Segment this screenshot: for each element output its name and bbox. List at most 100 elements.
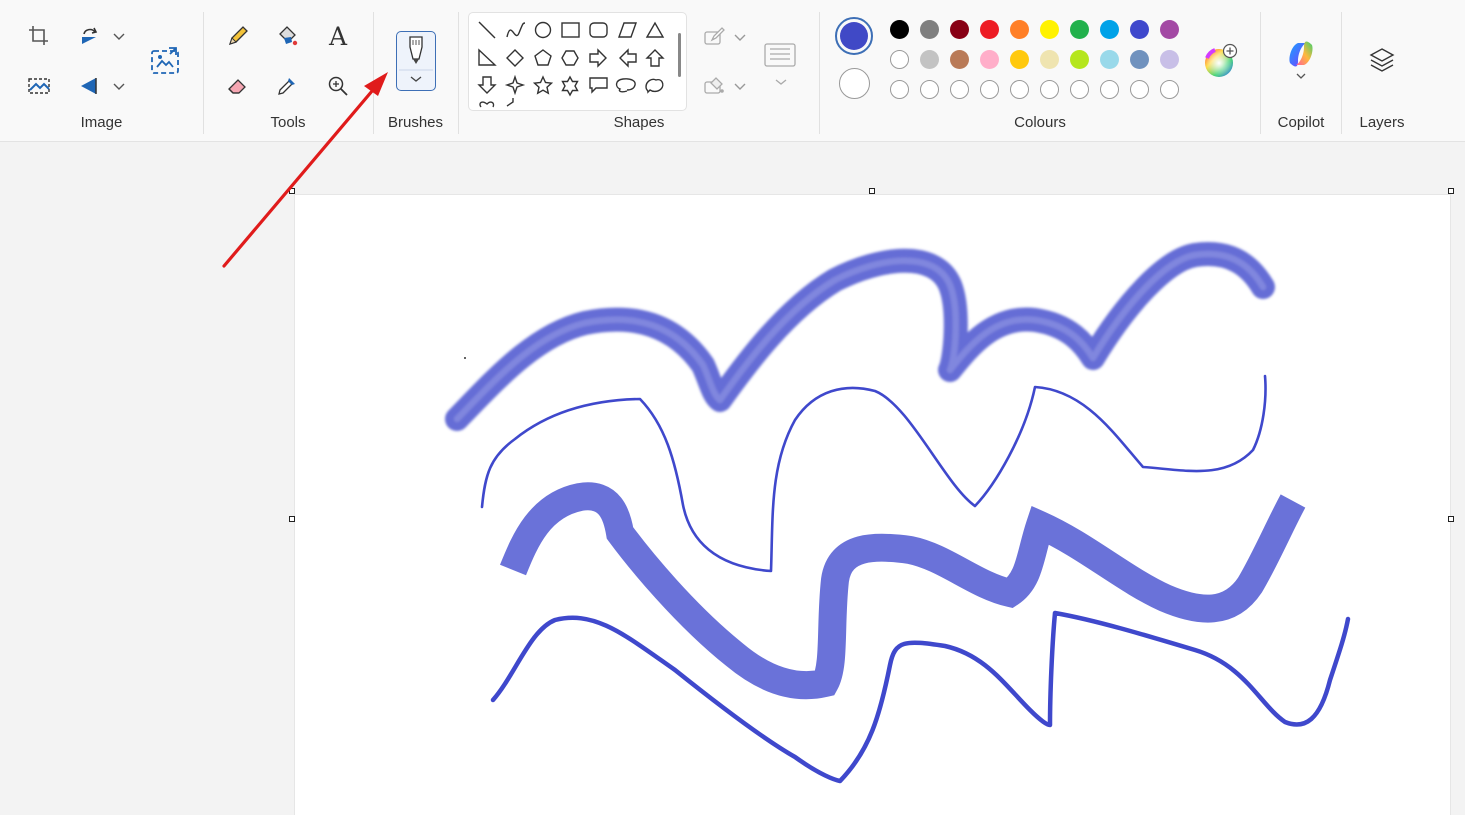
palette-colour-swatch[interactable] (1160, 20, 1179, 39)
rotate-icon (82, 27, 98, 44)
palette-colour-swatch[interactable] (1130, 50, 1149, 69)
custom-colour-slot[interactable] (920, 80, 939, 99)
palette-colour-swatch[interactable] (1010, 50, 1029, 69)
cloud-callout-shape-icon (645, 78, 664, 94)
crop-icon (29, 26, 48, 45)
palette-colour-swatch[interactable] (950, 50, 969, 69)
secondary-colour-button[interactable] (839, 68, 870, 99)
palette-colour-swatch[interactable] (1010, 20, 1029, 39)
outline-chevron-down-icon[interactable] (733, 30, 747, 44)
magnifier-tool[interactable] (321, 69, 355, 103)
custom-colour-slot[interactable] (890, 80, 909, 99)
copilot-chevron-down-icon (1296, 73, 1306, 79)
select-button[interactable] (22, 69, 56, 103)
image-group-label: Image (80, 114, 123, 131)
right-arrow-shape-icon (589, 48, 607, 68)
palette-colour-swatch[interactable] (890, 20, 909, 39)
copilot-button[interactable] (1282, 33, 1320, 85)
palette-colour-swatch[interactable] (1160, 50, 1179, 69)
fill-tool[interactable] (270, 19, 304, 53)
stroke-size-icon (764, 43, 796, 85)
custom-colour-slot[interactable] (1130, 80, 1149, 99)
shapes-gallery-icons (477, 21, 681, 108)
custom-colour-slot[interactable] (1010, 80, 1029, 99)
tools-group: A Tools (204, 0, 372, 141)
layers-button[interactable] (1365, 43, 1399, 77)
outline-button[interactable] (697, 20, 731, 54)
custom-colour-slot[interactable] (980, 80, 999, 99)
fill-bucket-icon (279, 26, 298, 46)
layers-group: Layers (1342, 0, 1422, 141)
crop-button[interactable] (22, 19, 56, 53)
resize-handle-middle-right[interactable] (1448, 516, 1454, 522)
palette-colour-swatch[interactable] (1070, 20, 1089, 39)
text-tool[interactable]: A (321, 19, 355, 53)
brush-stroke-4 (490, 610, 1351, 784)
palette-colour-swatch[interactable] (1130, 20, 1149, 39)
flip-button[interactable] (73, 69, 107, 103)
flip-chevron-down-icon[interactable] (112, 79, 126, 93)
colour-wheel-icon (1205, 43, 1238, 77)
polygon-shape-icon (618, 22, 637, 38)
rounded-rectangle-shape-icon (589, 22, 608, 38)
pencil-tool[interactable] (221, 19, 255, 53)
palette-colour-swatch[interactable] (920, 50, 939, 69)
brush-stroke-1 (445, 242, 1275, 431)
resize-handle-top-left[interactable] (289, 188, 295, 194)
shapes-gallery[interactable] (468, 12, 687, 111)
fill-chevron-down-icon[interactable] (733, 79, 747, 93)
palette-colour-swatch[interactable] (1040, 20, 1059, 39)
edit-colours-button[interactable] (1202, 43, 1238, 79)
pentagon-shape-icon (534, 49, 552, 66)
resize-handle-top-middle[interactable] (869, 188, 875, 194)
pencil-icon (228, 26, 248, 46)
magnifier-icon (328, 76, 348, 96)
palette-colour-swatch[interactable] (1100, 50, 1119, 69)
drawing-canvas[interactable] (295, 195, 1450, 815)
colours-group: Colours (820, 0, 1260, 141)
rectangular-callout-shape-icon (589, 77, 608, 94)
resize-button[interactable] (148, 44, 182, 78)
tools-group-label: Tools (270, 114, 306, 131)
colours-group-label: Colours (1014, 114, 1066, 131)
custom-colour-slot[interactable] (950, 80, 969, 99)
oval-shape-icon (534, 21, 552, 39)
brushes-button[interactable] (396, 31, 436, 91)
rotate-chevron-down-icon[interactable] (112, 29, 126, 43)
line-shape-icon (478, 21, 496, 39)
diamond-shape-icon (506, 49, 524, 67)
primary-colour-button[interactable] (835, 17, 873, 55)
oval-callout-shape-icon (615, 78, 636, 93)
eraser-tool[interactable] (221, 69, 255, 103)
size-button[interactable] (762, 36, 800, 94)
custom-colour-slot[interactable] (1070, 80, 1089, 99)
canvas-drawing (445, 242, 1351, 784)
rotate-button[interactable] (73, 19, 107, 53)
custom-colour-slot[interactable] (1160, 80, 1179, 99)
custom-colour-slot[interactable] (1040, 80, 1059, 99)
palette-colour-swatch[interactable] (1070, 50, 1089, 69)
colour-picker-tool[interactable] (270, 69, 304, 103)
palette-colour-swatch[interactable] (890, 50, 909, 69)
copilot-icon (1289, 41, 1313, 67)
palette-colour-swatch[interactable] (1040, 50, 1059, 69)
brush-stroke-3 (500, 482, 1306, 700)
palette-colour-swatch[interactable] (920, 20, 939, 39)
custom-colour-slot[interactable] (1100, 80, 1119, 99)
palette-colour-swatch[interactable] (950, 20, 969, 39)
palette-colour-swatch[interactable] (980, 50, 999, 69)
brush-icon (399, 36, 433, 82)
resize-handle-middle-left[interactable] (289, 516, 295, 522)
five-point-star-shape-icon (532, 75, 554, 95)
eyedropper-icon (278, 78, 295, 95)
primary-colour-swatch (840, 22, 868, 50)
fill-shape-button[interactable] (697, 69, 731, 103)
resize-handle-top-right[interactable] (1448, 188, 1454, 194)
brushes-chevron-down-icon (410, 76, 422, 82)
palette-colour-swatch[interactable] (980, 20, 999, 39)
right-triangle-shape-icon (478, 48, 497, 66)
palette-colour-swatch[interactable] (1100, 20, 1119, 39)
triangle-shape-icon (645, 21, 665, 38)
ribbon: Image A Tools Brushes Shapes Colours Cop… (0, 0, 1465, 142)
select-icon (28, 78, 50, 94)
